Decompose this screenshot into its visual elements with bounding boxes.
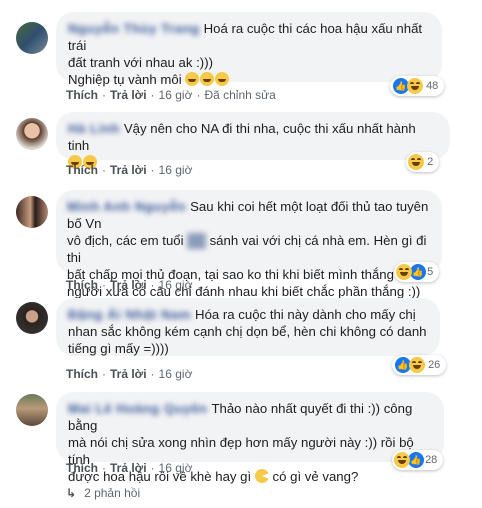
comment-actions: Thích · Trả lời · 16 giờ: [66, 367, 193, 381]
author-name[interactable]: Hà Linh: [68, 120, 120, 137]
avatar[interactable]: [16, 118, 48, 150]
like-link[interactable]: Thích: [66, 163, 98, 177]
avatar[interactable]: [16, 302, 48, 334]
haha-reaction-icon: [408, 154, 424, 170]
comment-actions: Thích · Trả lời · 16 giờ: [66, 461, 193, 475]
redacted-text: ██: [187, 233, 206, 248]
author-name[interactable]: Minh Anh Nguyễn: [67, 198, 186, 215]
reaction-count: 5: [427, 266, 434, 278]
reply-link[interactable]: Trả lời: [110, 163, 147, 177]
reaction-summary[interactable]: 👍 5: [394, 262, 440, 282]
comment-text: đất tranh với nhau ak :))): [68, 55, 213, 70]
comment-text: Vậy nên cho NA đi thi nha, cuộc thi xấu …: [68, 121, 416, 153]
comment-bubble: Đặng Ái Nhật Nam Hóa ra cuộc thi này dành…: [56, 298, 440, 356]
like-link[interactable]: Thích: [66, 461, 98, 475]
reply-link[interactable]: Trả lời: [110, 278, 147, 292]
reaction-count: 28: [425, 454, 438, 466]
like-link[interactable]: Thích: [66, 278, 98, 292]
rofl-emoji-icon: [185, 72, 200, 86]
reaction-summary[interactable]: 2: [406, 152, 440, 172]
view-replies-link[interactable]: ↳ 2 phản hồi: [66, 486, 140, 500]
avatar[interactable]: [16, 196, 48, 228]
comment-text: vô địch, các em tuổi: [67, 233, 184, 248]
author-name[interactable]: Đặng Ái Nhật Nam: [68, 306, 191, 323]
comment-text: Hóa ra cuộc thi này dành cho mấy chị: [195, 307, 416, 322]
reply-link[interactable]: Trả lời: [110, 88, 147, 102]
reply-link[interactable]: Trả lời: [110, 461, 147, 475]
timestamp[interactable]: 16 giờ: [159, 163, 193, 177]
haha-reaction-icon: [394, 452, 410, 468]
rofl-emoji-icon: [215, 72, 230, 86]
comment-bubble: Mai Lê Hoàng Quyên Thảo nào nhất quyết đi…: [56, 392, 444, 484]
avatar[interactable]: [16, 22, 48, 54]
reaction-count: 26: [428, 359, 441, 371]
comment-bubble: Nguyễn Thùy Trang Hoá ra cuộc thi các hoa…: [56, 12, 442, 87]
timestamp[interactable]: 16 giờ: [159, 88, 193, 102]
haha-reaction-icon: [396, 264, 412, 280]
reaction-summary[interactable]: 👍 48: [390, 76, 445, 96]
comment-text: tiếng gì mấy =)))): [68, 341, 169, 356]
comment-actions: Thích · Trả lời · 16 giờ · Đã chỉnh sửa: [66, 88, 276, 102]
haha-reaction-icon: [407, 78, 423, 94]
replies-label[interactable]: 2 phản hồi: [84, 486, 140, 500]
pacman-emoji-icon: [254, 469, 269, 483]
timestamp[interactable]: 16 giờ: [159, 461, 193, 475]
comment-text: Nghiệp tụ vành môi: [68, 72, 182, 87]
author-name[interactable]: Nguyễn Thùy Trang: [68, 20, 200, 37]
comment-actions: Thích · Trả lời · 16 giờ: [66, 278, 193, 292]
like-link[interactable]: Thích: [66, 367, 98, 381]
reply-link[interactable]: Trả lời: [110, 367, 147, 381]
reaction-count: 2: [427, 156, 434, 168]
comment-bubble: Hà Linh Vậy nên cho NA đi thi nha, cuộc t…: [56, 112, 450, 169]
author-name[interactable]: Mai Lê Hoàng Quyên: [68, 400, 207, 417]
comment-text: có gì vẻ vang?: [272, 469, 359, 484]
comment-actions: Thích · Trả lời · 16 giờ: [66, 163, 193, 177]
reaction-count: 48: [426, 80, 439, 92]
comment-text: nhan sắc không kém cạnh chị dọn bể, hèn …: [68, 324, 427, 339]
reaction-summary[interactable]: 👍 26: [392, 355, 447, 375]
edited-label[interactable]: Đã chỉnh sửa: [204, 88, 275, 102]
reaction-summary[interactable]: 👍 28: [392, 450, 444, 470]
avatar[interactable]: [16, 394, 48, 426]
like-link[interactable]: Thích: [66, 88, 98, 102]
haha-reaction-icon: [409, 357, 425, 373]
comment-bubble: Minh Anh Nguyễn Sau khi coi hết một loạt …: [56, 190, 442, 299]
rofl-emoji-icon: [200, 72, 215, 86]
timestamp[interactable]: 16 giờ: [159, 367, 193, 381]
timestamp[interactable]: 16 giờ: [159, 278, 193, 292]
reply-arrow-icon: ↳: [66, 486, 77, 500]
